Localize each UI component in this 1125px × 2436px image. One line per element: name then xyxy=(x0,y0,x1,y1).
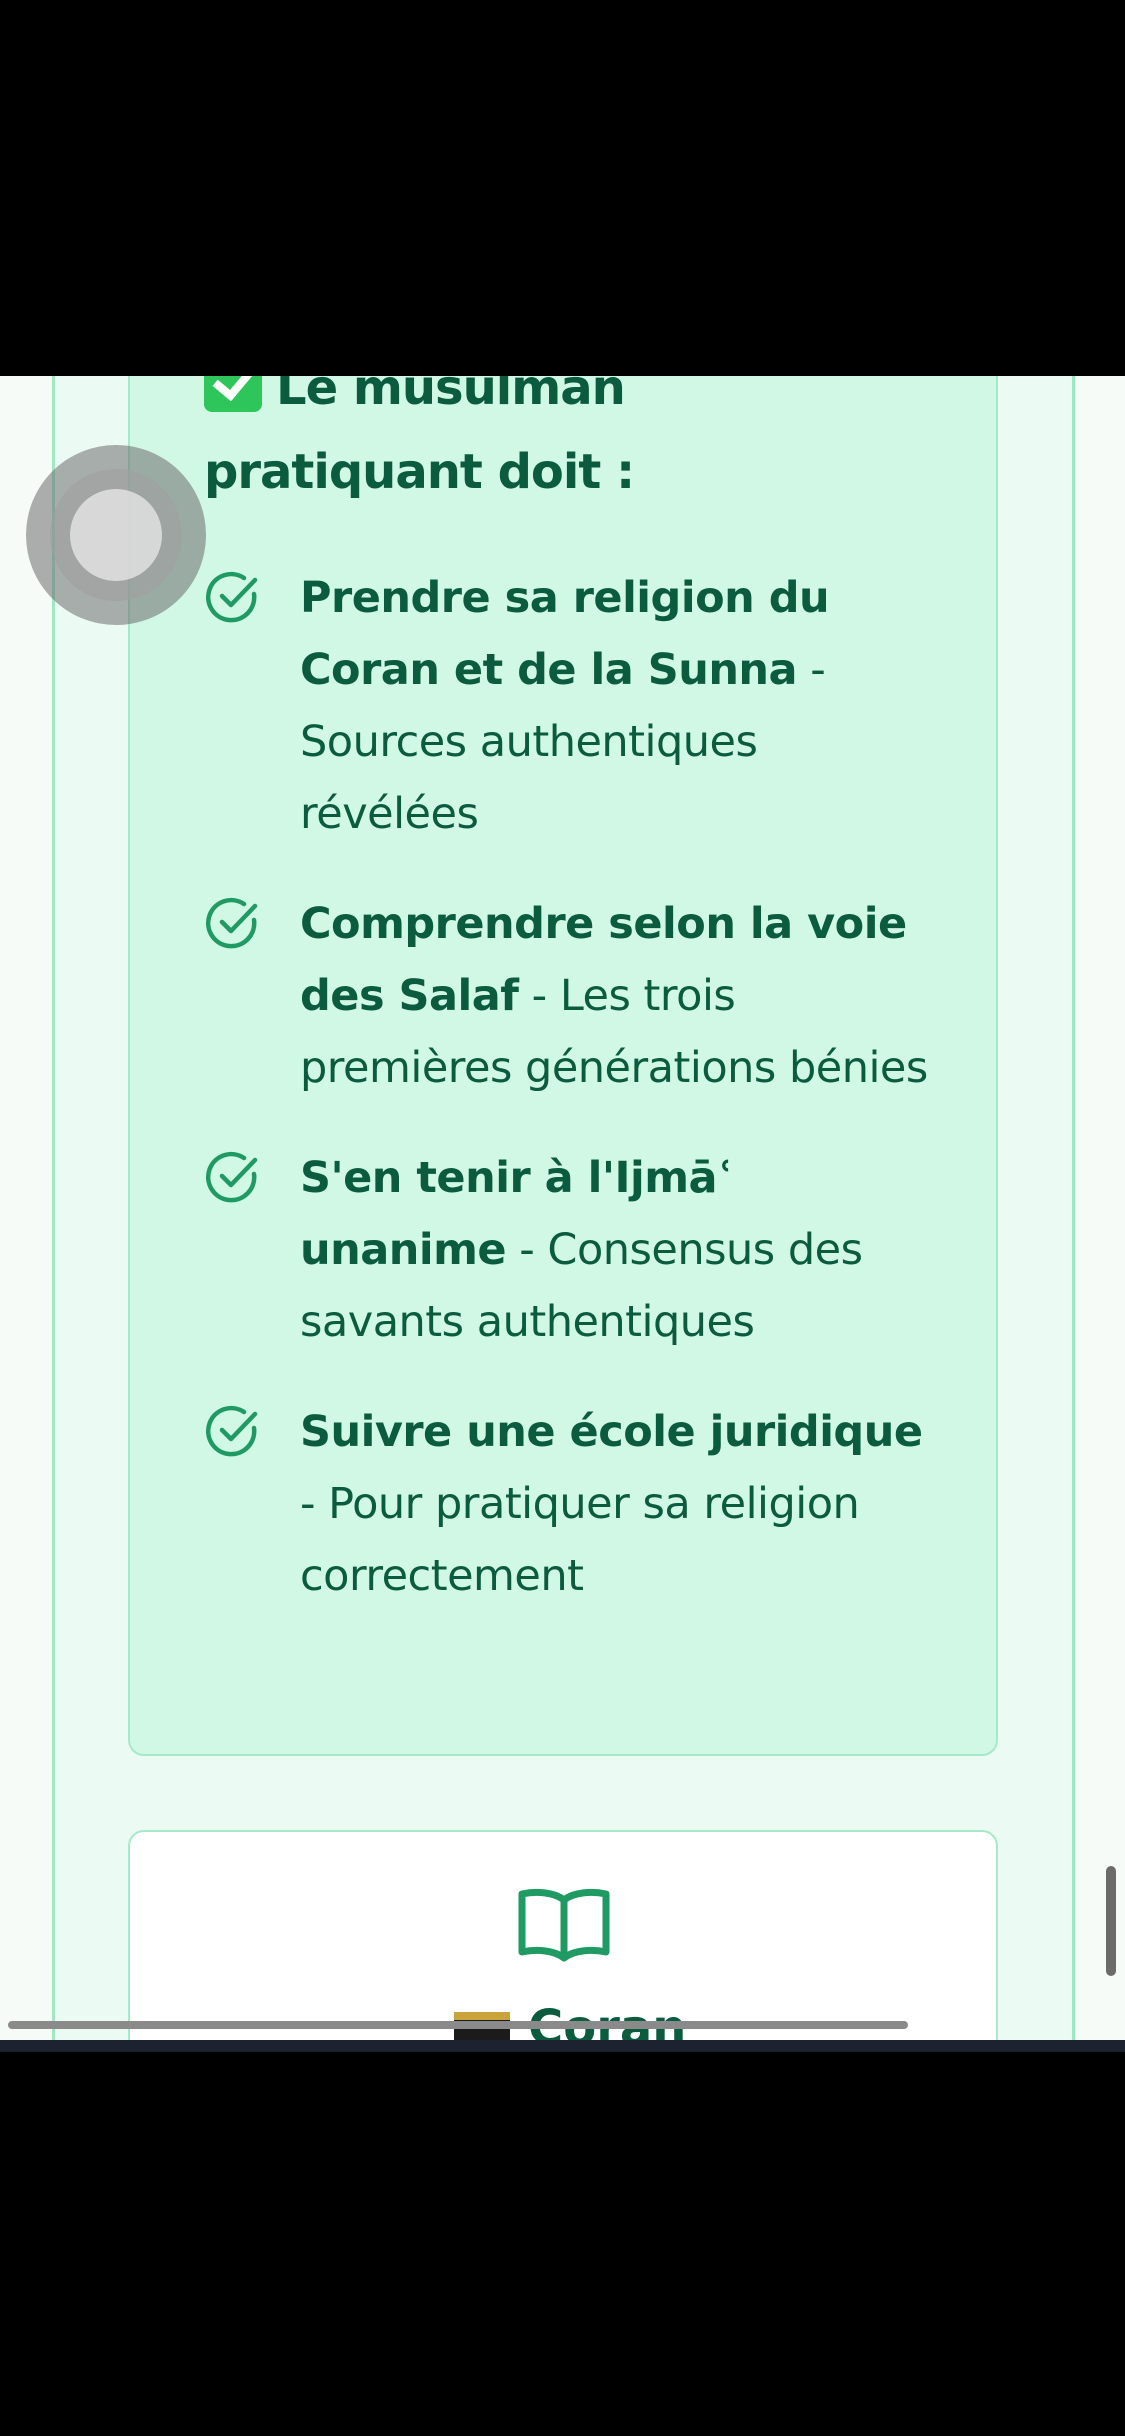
list-item-text: S'en tenir à l'Ijmāʿ unanime - Consensus… xyxy=(300,1153,863,1347)
bottom-area xyxy=(0,2052,1125,2436)
practice-card-title: Le musulman pratiquant doit : xyxy=(204,376,944,514)
check-circle-icon xyxy=(205,1151,258,1203)
home-indicator[interactable] xyxy=(8,2021,908,2029)
check-circle-icon xyxy=(205,1405,258,1457)
list-item: Prendre sa religion du Coran et de la Su… xyxy=(204,562,944,850)
assistive-touch-button[interactable] xyxy=(26,445,206,625)
check-circle-icon xyxy=(205,571,258,623)
list-item: S'en tenir à l'Ijmāʿ unanime - Consensus… xyxy=(204,1142,944,1358)
scrollbar[interactable] xyxy=(1106,1866,1116,1976)
book-open-icon xyxy=(518,1888,610,1962)
coran-card-title: Coran xyxy=(528,2000,687,2040)
list-item-text: Comprendre selon la voie des Salaf - Les… xyxy=(300,899,928,1093)
list-item-text: Prendre sa religion du Coran et de la Su… xyxy=(300,573,830,839)
status-area xyxy=(0,0,1125,376)
check-circle-icon xyxy=(205,897,258,949)
list-item: Suivre une école juridique - Pour pratiq… xyxy=(204,1396,944,1612)
practice-list: Prendre sa religion du Coran et de la Su… xyxy=(204,562,944,1650)
check-mark-emoji-icon xyxy=(204,376,262,412)
list-item: Comprendre selon la voie des Salaf - Les… xyxy=(204,888,944,1104)
list-item-text: Suivre une école juridique - Pour pratiq… xyxy=(300,1407,923,1601)
page-content: Le musulman pratiquant doit : Prendre sa… xyxy=(0,376,1125,2040)
